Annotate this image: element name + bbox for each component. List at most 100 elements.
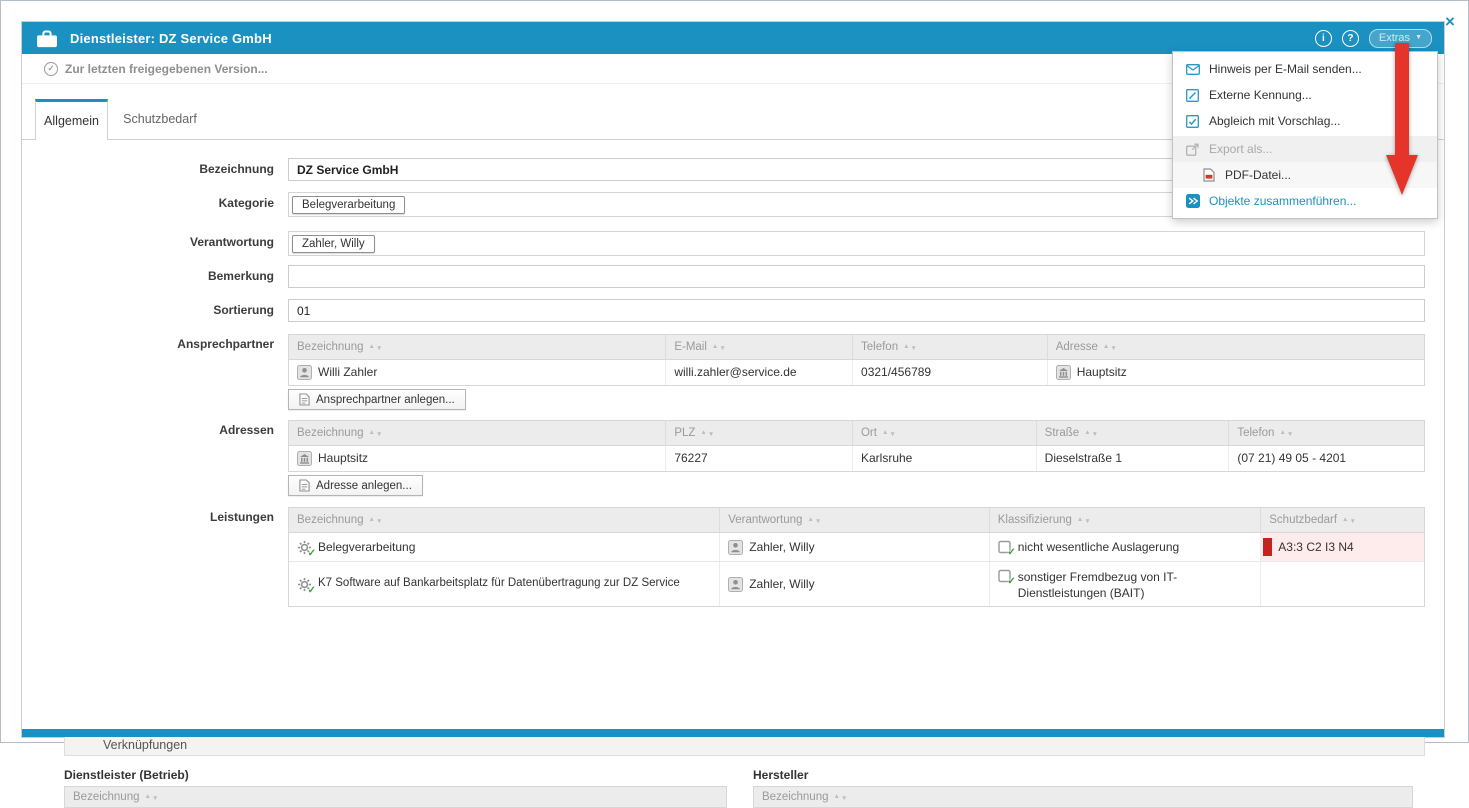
column-header-label: Verantwortung	[728, 514, 802, 526]
column-header-verantwortung[interactable]: Verantwortung ▲▼	[720, 508, 990, 532]
sort-icon: ▲▼	[1077, 517, 1092, 524]
adresse-anlegen-button[interactable]: Adresse anlegen...	[288, 475, 423, 496]
sort-icon: ▲▼	[700, 430, 715, 437]
column-header-label: Adresse	[1056, 341, 1098, 353]
column-header-ort[interactable]: Ort ▲▼	[853, 421, 1037, 445]
column-header-klassifizierung[interactable]: Klassifizierung ▲▼	[990, 508, 1262, 532]
column-header-telefon[interactable]: Telefon ▲▼	[853, 335, 1048, 359]
close-icon[interactable]: ×	[1445, 13, 1455, 30]
ansprechpartner-table: Bezeichnung ▲▼ E-Mail ▲▼ Telefon ▲▼ Adre…	[288, 334, 1425, 386]
verantwortung-field: Zahler, Willy	[288, 231, 1425, 256]
column-header-telefon[interactable]: Telefon ▲▼	[1229, 421, 1424, 445]
column-header-email[interactable]: E-Mail ▲▼	[666, 335, 853, 359]
check-badge-icon: ✓	[1007, 547, 1015, 558]
tab-content: Bezeichnung Kategorie Belegverarbeitung …	[22, 139, 1444, 729]
compare-icon	[1185, 115, 1200, 128]
cell-text: (07 21) 49 05 - 4201	[1237, 450, 1346, 466]
cell-adresse: Hauptsitz	[1048, 360, 1424, 385]
cell-text: Karlsruhe	[861, 450, 912, 466]
cell-schutzbedarf: A3:3 C2 I3 N4	[1261, 533, 1424, 561]
help-icon[interactable]: ?	[1342, 30, 1359, 47]
window-bottom-bar	[22, 729, 1444, 737]
column-header-plz[interactable]: PLZ ▲▼	[666, 421, 853, 445]
sort-icon: ▲▼	[1342, 517, 1357, 524]
menu-item-label: Hinweis per E-Mail senden...	[1209, 62, 1362, 76]
column-header-label: PLZ	[674, 427, 695, 439]
cell-text: Hauptsitz	[318, 450, 368, 466]
screenshot-frame: Dienstleister: DZ Service GmbH i ? Extra…	[0, 0, 1469, 743]
menu-item-label: Objekte zusammenführen...	[1209, 194, 1356, 208]
kategorie-chip[interactable]: Belegverarbeitung	[292, 196, 405, 214]
column-header-label: Klassifizierung	[998, 514, 1072, 526]
tab-schutzbedarf[interactable]: Schutzbedarf	[108, 99, 212, 139]
verantwortung-chip[interactable]: Zahler, Willy	[292, 235, 375, 253]
cell-text: K7 Software auf Bankarbeitsplatz für Dat…	[318, 576, 680, 592]
cell-text: Hauptsitz	[1077, 364, 1127, 380]
adressen-label: Adressen	[64, 423, 274, 437]
column-header-label: E-Mail	[674, 341, 707, 353]
cell-verantwortung: Zahler, Willy	[720, 533, 990, 561]
sortierung-label: Sortierung	[64, 303, 274, 317]
column-header-bezeichnung[interactable]: Bezeichnung ▲▼	[289, 421, 666, 445]
service-gear-icon: ✓	[297, 577, 312, 592]
leistungen-table: Bezeichnung ▲▼ Verantwortung ▲▼ Klassifi…	[288, 507, 1425, 607]
column-header-adresse[interactable]: Adresse ▲▼	[1048, 335, 1424, 359]
menu-item-label: Abgleich mit Vorschlag...	[1209, 114, 1340, 128]
external-id-icon	[1185, 89, 1200, 102]
sort-icon: ▲▼	[807, 517, 822, 524]
column-header-label: Schutzbedarf	[1269, 514, 1337, 526]
email-icon	[1185, 64, 1200, 75]
cell-klassifizierung: ✓ nicht wesentliche Auslagerung	[990, 533, 1262, 561]
dienstleister-betrieb-column-header[interactable]: Bezeichnung ▲▼	[64, 786, 727, 808]
klassifizierung-icon: ✓	[998, 569, 1012, 583]
ansprechpartner-row[interactable]: Willi Zahler willi.zahler@service.de 032…	[289, 360, 1424, 385]
cell-text: A3:3 C2 I3 N4	[1278, 539, 1353, 555]
new-document-icon	[299, 479, 310, 492]
column-header-label: Bezeichnung	[297, 427, 364, 439]
cell-schutzbedarf	[1261, 562, 1424, 606]
verantwortung-label: Verantwortung	[64, 235, 274, 249]
sort-icon: ▲▼	[369, 344, 384, 351]
cell-text: 0321/456789	[861, 364, 931, 380]
merge-icon	[1185, 194, 1200, 208]
column-header-label: Telefon	[1237, 427, 1274, 439]
column-header-label: Bezeichnung	[297, 514, 364, 526]
sort-icon: ▲▼	[834, 794, 849, 801]
cell-ort: Karlsruhe	[853, 446, 1037, 471]
building-icon	[1056, 365, 1071, 380]
extras-button-label: Extras	[1379, 32, 1410, 44]
bemerkung-input[interactable]	[288, 265, 1425, 288]
section-title: Verknüpfungen	[103, 738, 187, 752]
cell-text: Dieselstraße 1	[1045, 450, 1122, 466]
leistungen-table-head: Bezeichnung ▲▼ Verantwortung ▲▼ Klassifi…	[289, 508, 1424, 533]
hersteller-column-header[interactable]: Bezeichnung ▲▼	[753, 786, 1413, 808]
column-header-bezeichnung[interactable]: Bezeichnung ▲▼	[289, 508, 720, 532]
cell-plz: 76227	[666, 446, 853, 471]
cell-text: Willi Zahler	[318, 364, 377, 380]
cell-text: Zahler, Willy	[749, 539, 814, 555]
check-badge-icon: ✓	[308, 548, 316, 559]
tab-allgemein[interactable]: Allgemein	[35, 99, 108, 140]
column-header-strasse[interactable]: Straße ▲▼	[1037, 421, 1230, 445]
cell-text: willi.zahler@service.de	[674, 364, 796, 380]
ansprechpartner-anlegen-button[interactable]: Ansprechpartner anlegen...	[288, 389, 466, 410]
titlebar: Dienstleister: DZ Service GmbH i ? Extra…	[22, 22, 1444, 54]
column-header-schutzbedarf[interactable]: Schutzbedarf ▲▼	[1261, 508, 1424, 532]
bezeichnung-label: Bezeichnung	[64, 162, 274, 176]
sortierung-input[interactable]	[288, 299, 1425, 322]
cell-klassifizierung: ✓ sonstiger Fremdbezug von IT-Dienstleis…	[990, 562, 1262, 606]
info-icon[interactable]: i	[1315, 30, 1332, 47]
chevron-down-icon: ▼	[1415, 34, 1422, 41]
cell-bezeichnung: ✓ Belegverarbeitung	[289, 533, 720, 561]
check-badge-icon: ✓	[1007, 576, 1015, 587]
leistung-row[interactable]: ✓ Belegverarbeitung Zahler, Willy ✓	[289, 533, 1424, 562]
column-header-bezeichnung[interactable]: Bezeichnung ▲▼	[289, 335, 666, 359]
adresse-row[interactable]: Hauptsitz 76227 Karlsruhe Dieselstraße 1…	[289, 446, 1424, 471]
sort-icon: ▲▼	[1084, 430, 1099, 437]
pdf-icon	[1201, 168, 1216, 182]
leistung-row[interactable]: ✓ K7 Software auf Bankarbeitsplatz für D…	[289, 562, 1424, 606]
menu-item-label: PDF-Datei...	[1225, 168, 1291, 182]
ansprechpartner-table-head: Bezeichnung ▲▼ E-Mail ▲▼ Telefon ▲▼ Adre…	[289, 335, 1424, 360]
version-link[interactable]: Zur letzten freigegebenen Version...	[65, 62, 268, 76]
cell-bezeichnung: Hauptsitz	[289, 446, 666, 471]
